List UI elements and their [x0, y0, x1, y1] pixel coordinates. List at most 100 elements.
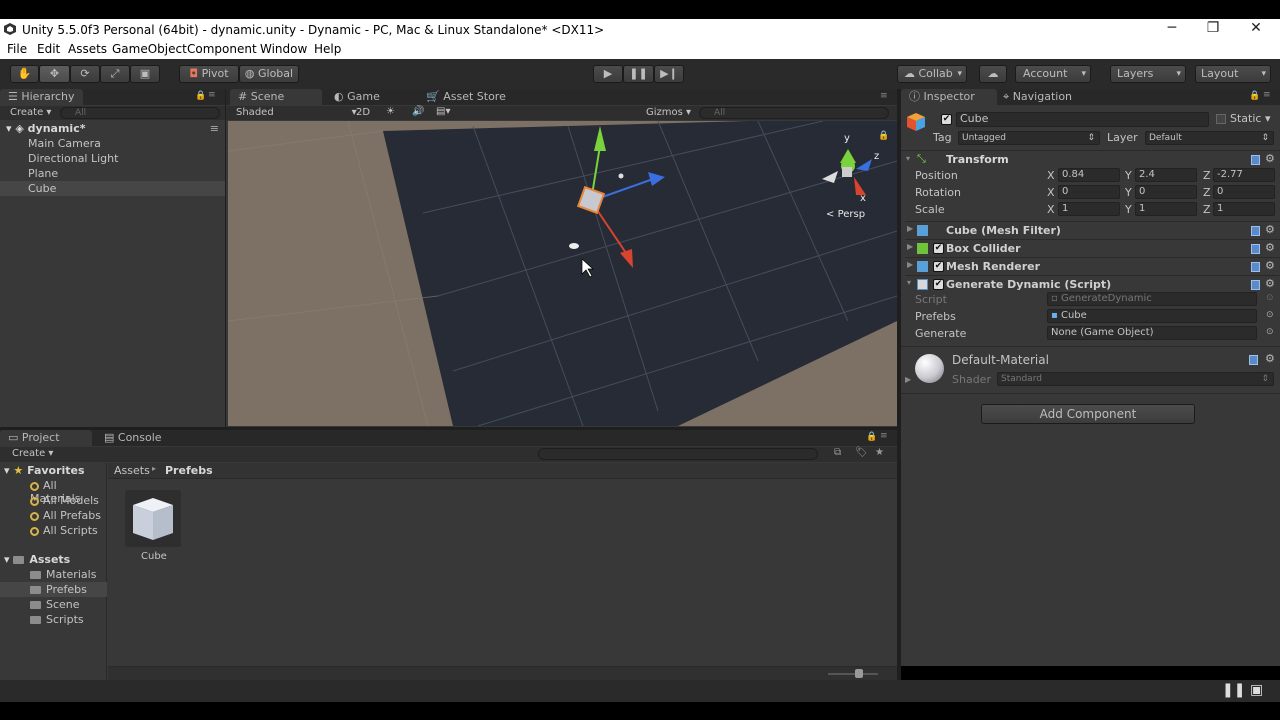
step-button[interactable]: ▶❙: [654, 65, 684, 83]
project-menu-icon[interactable]: ≡: [880, 431, 888, 441]
help-book-icon[interactable]: [1251, 226, 1260, 236]
scene-search-input[interactable]: All: [699, 107, 889, 119]
layers-dropdown[interactable]: Layers: [1110, 65, 1186, 83]
tab-project[interactable]: ▭ Project: [0, 430, 92, 446]
gear-icon[interactable]: ⚙: [1265, 277, 1275, 290]
generate-field[interactable]: None (Game Object): [1047, 326, 1257, 340]
transform-foldout-icon[interactable]: ▾: [906, 154, 910, 163]
scale-tool-icon[interactable]: ⤢: [100, 65, 130, 83]
rotate-tool-icon[interactable]: ⟳: [70, 65, 100, 83]
favorite-item-all-prefabs[interactable]: All Prefabs: [30, 509, 101, 522]
pivot-toggle[interactable]: ◘ Pivot: [179, 65, 239, 83]
favorites-header[interactable]: ▾ ★ Favorites: [4, 464, 85, 477]
collab-dropdown[interactable]: ☁ Collab: [897, 65, 967, 83]
favorite-item-all-models[interactable]: All Models: [30, 494, 99, 507]
global-toggle[interactable]: ◍ Global: [239, 65, 299, 83]
shader-dropdown[interactable]: Standard ⇕: [997, 372, 1274, 386]
asset-folder-scripts[interactable]: Scripts: [30, 613, 84, 626]
help-book-icon[interactable]: [1249, 355, 1258, 365]
tab-navigation[interactable]: ⌖ Navigation: [995, 89, 1080, 105]
move-tool-icon[interactable]: ✥: [39, 65, 70, 83]
gear-icon[interactable]: ⚙: [1265, 352, 1275, 365]
active-checkbox[interactable]: ✔: [941, 114, 952, 125]
hierarchy-item-directional-light[interactable]: Directional Light: [28, 152, 118, 165]
position-z-field[interactable]: -2.77: [1213, 168, 1275, 182]
restore-icon[interactable]: ❐: [1203, 20, 1223, 36]
object-picker-icon[interactable]: ⊙: [1266, 293, 1274, 303]
asset-folder-prefebs[interactable]: Prefebs: [30, 583, 87, 596]
gear-icon[interactable]: ⚙: [1265, 259, 1275, 272]
prefabs-field[interactable]: ▪ Cube: [1047, 309, 1257, 323]
audio-toggle-icon[interactable]: 🔊: [412, 106, 424, 117]
help-book-icon[interactable]: [1251, 280, 1260, 290]
component-box-collider[interactable]: ▶ ✔ Box Collider ⚙: [905, 239, 1280, 257]
help-book-icon[interactable]: [1251, 262, 1260, 272]
zoom-slider-track[interactable]: [828, 673, 878, 675]
tab-game[interactable]: ◐ Game: [326, 89, 388, 105]
menu-assets[interactable]: Assets: [68, 42, 107, 56]
asset-folder-materials[interactable]: Materials: [30, 568, 96, 581]
asset-folder-scene[interactable]: Scene: [30, 598, 80, 611]
position-y-field[interactable]: 2.4: [1135, 168, 1197, 182]
inspector-lock-icon[interactable]: 🔒: [1249, 91, 1260, 101]
component-generate-dynamic[interactable]: ▾ ✔ Generate Dynamic (Script) ⚙: [905, 275, 1280, 293]
hierarchy-item-plane[interactable]: Plane: [28, 167, 58, 180]
layout-dropdown[interactable]: Layout: [1195, 65, 1271, 83]
scale-z-field[interactable]: 1: [1213, 202, 1275, 216]
gizmos-dropdown[interactable]: Gizmos ▾: [646, 107, 691, 118]
tab-asset-store[interactable]: 🛒 Asset Store: [418, 89, 514, 105]
gear-icon[interactable]: ⚙: [1265, 241, 1275, 254]
scale-y-field[interactable]: 1: [1135, 202, 1197, 216]
toggle-2d-button[interactable]: 2D: [356, 107, 370, 118]
menu-gameobject[interactable]: GameObject: [112, 42, 187, 56]
object-name-field[interactable]: Cube: [956, 112, 1209, 127]
layer-dropdown[interactable]: Default ⇕: [1145, 131, 1274, 145]
menu-edit[interactable]: Edit: [37, 42, 60, 56]
menu-window[interactable]: Window: [260, 42, 307, 56]
enabled-checkbox[interactable]: ✔: [933, 279, 944, 290]
filter-label-icon[interactable]: 🏷: [855, 447, 868, 458]
rect-tool-icon[interactable]: ▣: [130, 65, 160, 83]
foldout-icon[interactable]: ▾: [907, 278, 911, 287]
rotation-z-field[interactable]: 0: [1213, 185, 1275, 199]
rotation-x-field[interactable]: 0: [1058, 185, 1120, 199]
enabled-checkbox[interactable]: ✔: [933, 261, 944, 272]
help-book-icon[interactable]: [1251, 155, 1260, 165]
account-dropdown[interactable]: Account: [1015, 65, 1091, 83]
fullscreen-icon[interactable]: ▣: [1250, 682, 1263, 698]
pause-overlay-icon[interactable]: ❚❚: [1222, 682, 1245, 698]
panel-splitter[interactable]: [897, 89, 901, 680]
panel-splitter[interactable]: [0, 427, 897, 430]
panel-splitter[interactable]: [225, 89, 226, 427]
scene-root-row[interactable]: ▾ ◈ dynamic* ≡: [0, 122, 225, 137]
tab-hierarchy[interactable]: ☰ Hierarchy: [0, 89, 83, 105]
scene-menu-icon[interactable]: ≡: [880, 91, 888, 101]
pause-button[interactable]: ❚❚: [623, 65, 654, 83]
static-dropdown[interactable]: Static ▾: [1230, 112, 1270, 125]
object-picker-icon[interactable]: ⊙: [1266, 310, 1274, 320]
tab-scene[interactable]: # Scene: [230, 89, 322, 105]
menu-file[interactable]: File: [7, 42, 27, 56]
foldout-icon[interactable]: ▶: [907, 260, 913, 269]
gear-icon[interactable]: ⚙: [1265, 152, 1275, 165]
material-foldout-icon[interactable]: ▶: [905, 375, 911, 384]
scene-viewport[interactable]: y z x < Persp 🔒: [228, 121, 897, 426]
scale-x-field[interactable]: 1: [1058, 202, 1120, 216]
perspective-toggle[interactable]: < Persp: [826, 209, 865, 220]
favorite-star-icon[interactable]: ★: [875, 447, 884, 458]
enabled-checkbox[interactable]: ✔: [933, 243, 944, 254]
static-checkbox[interactable]: [1216, 114, 1226, 124]
lock-icon[interactable]: 🔒: [195, 91, 206, 101]
breadcrumb-assets[interactable]: Assets: [114, 464, 150, 477]
shading-dropdown[interactable]: Shaded ▾: [236, 107, 357, 118]
asset-tile-cube[interactable]: [125, 490, 181, 547]
inspector-menu-icon[interactable]: ≡: [1263, 90, 1271, 100]
add-component-button[interactable]: Add Component: [981, 404, 1195, 424]
tab-console[interactable]: ▤ Console: [96, 430, 170, 446]
hierarchy-search-input[interactable]: All: [60, 107, 220, 119]
zoom-slider-handle[interactable]: [855, 669, 863, 678]
tag-dropdown[interactable]: Untagged ⇕: [958, 131, 1100, 145]
object-picker-icon[interactable]: ⊙: [1266, 327, 1274, 337]
menu-component[interactable]: Component: [187, 42, 257, 56]
assets-header[interactable]: ▾ Assets: [4, 553, 70, 566]
